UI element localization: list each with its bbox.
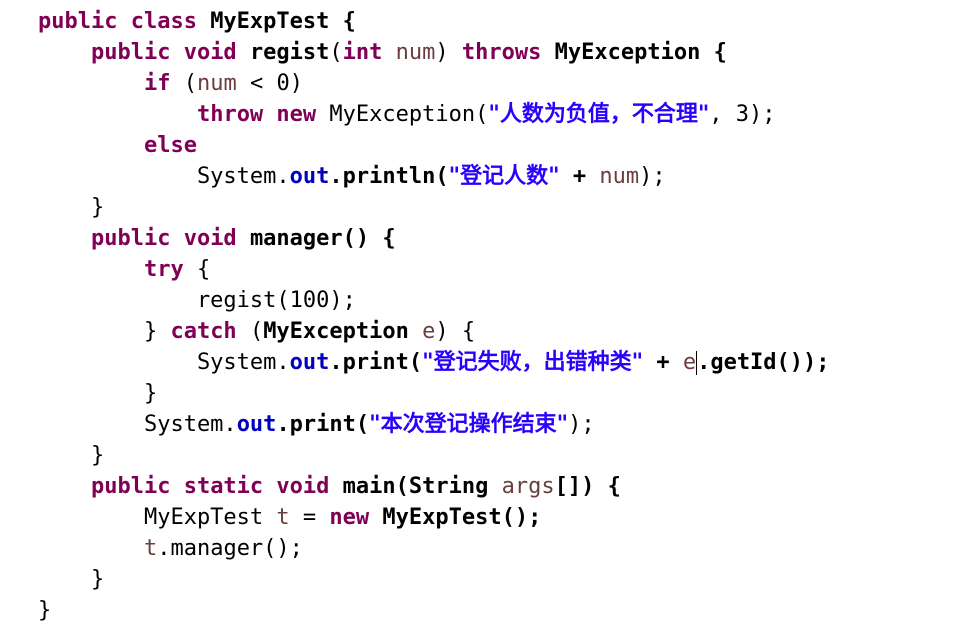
code-variable: t	[143, 536, 158, 561]
code-line[interactable]: }	[38, 378, 157, 409]
code-token: System.	[38, 350, 290, 375]
code-line[interactable]: } catch (MyException e) {	[38, 316, 475, 347]
code-token: , 3);	[709, 102, 776, 127]
code-string: "登记失败，出错种类"	[422, 350, 644, 375]
code-line[interactable]: }	[38, 192, 104, 223]
code-line[interactable]: System.out.print("登记失败，出错种类" + e.getId()…	[38, 347, 830, 378]
code-line[interactable]: public void manager() {	[38, 223, 396, 254]
code-token: MyExpTest	[38, 505, 277, 530]
code-keyword: public class	[38, 9, 211, 34]
code-token: MyException(	[329, 102, 489, 127]
code-keyword: else	[143, 133, 197, 158]
code-token: regist	[249, 40, 330, 65]
code-line[interactable]: public static void main(String args[]) {	[38, 471, 621, 502]
code-keyword: int	[342, 40, 396, 65]
code-token: System.	[38, 412, 237, 437]
code-token: main(	[342, 474, 409, 499]
code-token: (	[329, 40, 343, 65]
code-keyword: throws	[461, 40, 555, 65]
code-token: }	[38, 598, 52, 623]
code-line[interactable]: MyExpTest t = new MyExpTest();	[38, 502, 541, 533]
code-token: }	[38, 443, 105, 468]
code-variable: t	[276, 505, 290, 530]
code-token: .print(	[276, 412, 370, 437]
code-variable: num	[599, 164, 640, 189]
code-line[interactable]: System.out.println("登记人数" + num);	[38, 161, 666, 192]
code-keyword: catch	[170, 319, 250, 344]
code-line[interactable]: else	[38, 130, 197, 161]
code-token: +	[559, 164, 600, 189]
code-token: +	[643, 350, 683, 375]
code-string: "本次登记操作结束"	[369, 412, 569, 437]
code-token: MyExpTest();	[382, 505, 542, 530]
code-token: .getId());	[697, 350, 830, 375]
code-string: "人数为负值，不合理"	[488, 102, 710, 127]
code-token: );	[639, 164, 666, 189]
code-token: manager() {	[249, 226, 396, 251]
code-keyword: throw new	[196, 102, 330, 127]
code-token: MyException	[263, 319, 423, 344]
code-line[interactable]: if (num < 0)	[38, 68, 303, 99]
code-token: .manager();	[157, 536, 303, 561]
code-line[interactable]: try {	[38, 254, 210, 285]
code-token: )	[435, 40, 462, 65]
code-line[interactable]: }	[38, 564, 104, 595]
code-field: out	[289, 164, 330, 189]
code-line[interactable]: public void regist(int num) throws MyExc…	[38, 37, 727, 68]
code-line[interactable]: }	[38, 595, 51, 626]
code-token: []) {	[554, 474, 621, 499]
code-string: "登记人数"	[448, 164, 560, 189]
code-token: (	[249, 319, 264, 344]
code-field: out	[289, 350, 330, 375]
code-token: ) {	[435, 319, 476, 344]
code-field: out	[236, 412, 277, 437]
code-variable: num	[196, 71, 237, 96]
code-token: System.	[38, 164, 290, 189]
code-line[interactable]: System.out.print("本次登记操作结束");	[38, 409, 595, 440]
code-variable: args	[501, 474, 555, 499]
code-keyword: new	[329, 505, 383, 530]
code-keyword: public static void	[90, 474, 343, 499]
code-token: {	[183, 257, 211, 282]
code-token: }	[38, 567, 105, 592]
code-token: }	[38, 319, 171, 344]
code-token: .print(	[329, 350, 423, 375]
code-keyword: public void	[90, 40, 250, 65]
code-variable: e	[422, 319, 436, 344]
code-variable: num	[395, 40, 436, 65]
code-line[interactable]: regist(100);	[38, 285, 356, 316]
code-token: =	[289, 505, 330, 530]
code-editor[interactable]: public class MyExpTest { public void reg…	[38, 6, 968, 626]
code-token: String	[408, 474, 502, 499]
code-token: < 0)	[236, 71, 303, 96]
code-line[interactable]: }	[38, 440, 104, 471]
code-token: }	[38, 381, 158, 406]
code-line[interactable]: t.manager();	[38, 533, 303, 564]
code-token: );	[568, 412, 595, 437]
code-variable: e	[682, 350, 697, 375]
code-token: MyExpTest {	[210, 9, 356, 34]
code-keyword: if	[143, 71, 184, 96]
code-token: .println(	[329, 164, 449, 189]
code-line[interactable]: public class MyExpTest {	[38, 6, 356, 37]
code-token: }	[38, 195, 105, 220]
code-keyword: public void	[90, 226, 250, 251]
code-keyword: try	[143, 257, 184, 282]
code-token: MyException {	[554, 40, 727, 65]
code-token: regist(100);	[38, 288, 356, 313]
code-line[interactable]: throw new MyException("人数为负值，不合理", 3);	[38, 99, 776, 130]
code-token: (	[183, 71, 197, 96]
